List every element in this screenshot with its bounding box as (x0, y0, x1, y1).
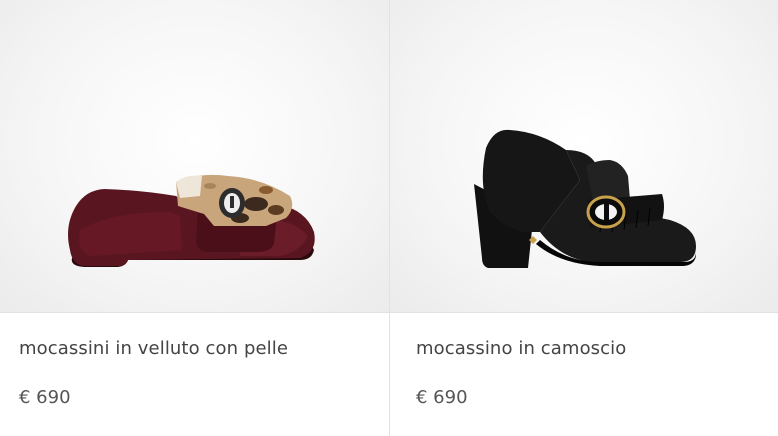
product-image-container[interactable] (390, 0, 778, 313)
product-name[interactable]: mocassini in velluto con pelle (19, 338, 288, 359)
product-price: € 690 (19, 387, 71, 408)
product-image-container[interactable] (0, 0, 389, 313)
suede-pump-image[interactable] (390, 0, 778, 312)
product-grid: mocassini in velluto con pelle € 690 moc… (0, 0, 778, 436)
product-card-velvet-loafer[interactable]: mocassini in velluto con pelle € 690 (0, 0, 390, 436)
product-price: € 690 (416, 387, 468, 408)
velvet-loafer-image[interactable] (0, 0, 389, 312)
product-card-suede-pump[interactable]: mocassino in camoscio € 690 (390, 0, 778, 436)
product-name[interactable]: mocassino in camoscio (416, 338, 626, 359)
